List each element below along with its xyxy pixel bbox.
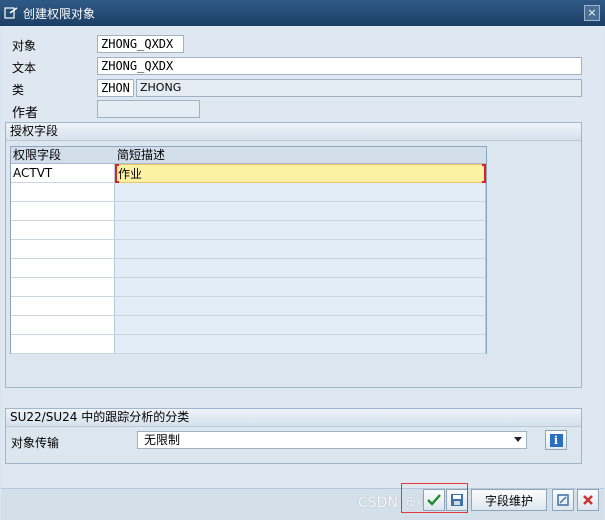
auth-field-cell[interactable] — [11, 183, 115, 202]
window-title: 创建权限对象 — [23, 6, 96, 21]
auth-fields-table: 权限字段 简短描述 ACTVT 作业 — [10, 146, 487, 354]
create-doc-icon — [4, 7, 18, 19]
other-button[interactable] — [552, 489, 574, 511]
author-label: 作者 — [12, 106, 39, 121]
short-desc-cell — [115, 278, 486, 297]
short-desc-cell — [115, 297, 486, 316]
cancel-button[interactable] — [577, 489, 599, 511]
author-field — [97, 100, 200, 118]
title-bar: 创建权限对象 × — [0, 0, 605, 26]
auth-field-cell[interactable] — [11, 240, 115, 259]
info-button[interactable]: i — [545, 430, 567, 450]
table-row[interactable] — [11, 316, 486, 335]
selection-marker-left — [115, 164, 119, 183]
object-transport-dropdown[interactable]: 无限制 — [137, 431, 527, 449]
auth-field-cell[interactable] — [11, 259, 115, 278]
auth-field-cell[interactable] — [11, 278, 115, 297]
trace-analysis-title: SU22/SU24 中的跟踪分析的分类 — [6, 409, 581, 427]
auth-field-cell[interactable] — [11, 335, 115, 354]
auth-field-cell[interactable] — [11, 221, 115, 240]
column-header-short-desc[interactable]: 简短描述 — [115, 147, 486, 164]
object-transport-label: 对象传输 — [11, 436, 60, 450]
auth-field-cell[interactable] — [11, 202, 115, 221]
object-label: 对象 — [12, 39, 37, 53]
table-row[interactable] — [11, 221, 486, 240]
auth-field-cell[interactable] — [11, 297, 115, 316]
cancel-icon — [583, 495, 593, 505]
chevron-down-icon[interactable] — [514, 437, 522, 442]
object-field[interactable]: ZHONG_QXDX — [97, 35, 184, 53]
column-header-auth-field[interactable]: 权限字段 — [11, 147, 115, 164]
table-row[interactable] — [11, 202, 486, 221]
info-icon: i — [549, 433, 563, 447]
table-row[interactable] — [11, 183, 486, 202]
table-row[interactable] — [11, 335, 486, 354]
close-button[interactable]: × — [584, 5, 600, 21]
table-row[interactable] — [11, 240, 486, 259]
short-desc-cell — [115, 259, 486, 278]
table-row[interactable]: ACTVT 作业 — [11, 164, 486, 183]
field-maintenance-label: 字段维护 — [484, 493, 533, 508]
highlight-annotation — [401, 483, 468, 513]
short-desc-cell — [115, 183, 486, 202]
auth-field-cell[interactable]: ACTVT — [11, 164, 115, 183]
field-maintenance-button[interactable]: 字段维护 — [471, 489, 547, 511]
short-desc-cell — [115, 221, 486, 240]
class-code-field[interactable]: ZHON — [97, 79, 134, 97]
text-label: 文本 — [12, 61, 37, 75]
table-row[interactable] — [11, 297, 486, 316]
short-desc-cell — [115, 316, 486, 335]
tools-icon — [557, 494, 569, 506]
short-desc-cell — [115, 335, 486, 354]
selection-marker-right — [482, 164, 486, 183]
table-row[interactable] — [11, 278, 486, 297]
object-transport-value: 无限制 — [144, 433, 181, 447]
class-description: ZHONG — [136, 79, 582, 97]
class-label: 类 — [12, 83, 25, 97]
short-desc-cell — [115, 240, 486, 259]
text-field[interactable]: ZHONG_QXDX — [97, 57, 582, 75]
auth-field-cell[interactable] — [11, 316, 115, 335]
short-desc-cell — [115, 202, 486, 221]
auth-fields-title: 授权字段 — [6, 123, 581, 141]
table-row[interactable] — [11, 259, 486, 278]
short-desc-cell[interactable]: 作业 — [115, 164, 486, 183]
